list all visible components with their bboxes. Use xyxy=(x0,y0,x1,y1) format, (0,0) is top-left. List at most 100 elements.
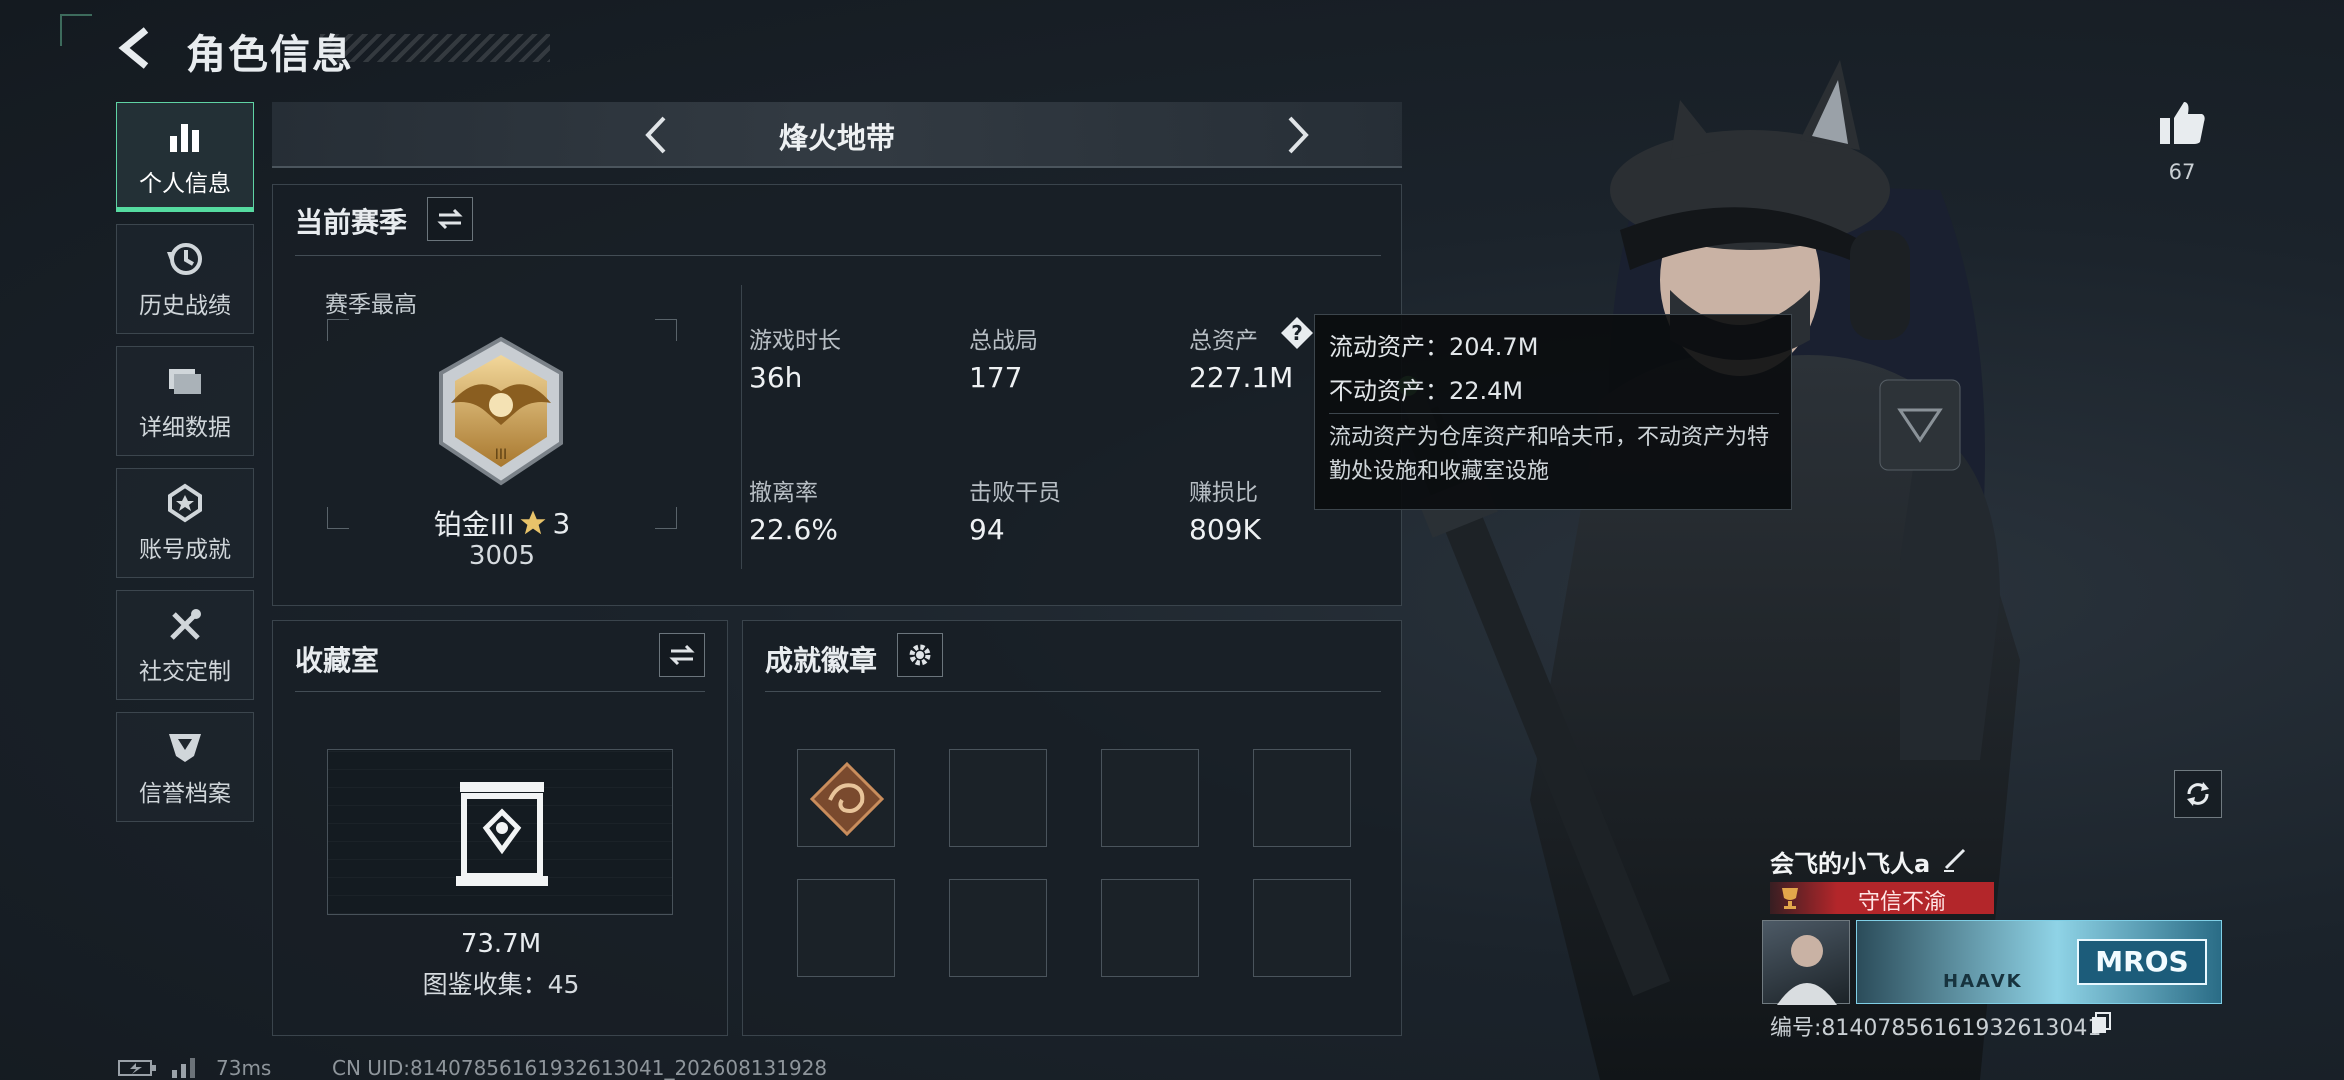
gear-icon xyxy=(909,644,931,666)
sidebar-item-credit-record[interactable]: 信誉档案 xyxy=(116,712,254,822)
stat-label: 总资产 xyxy=(1189,328,1258,354)
player-id: 编号:8140785616193261304​1 xyxy=(1770,1016,2102,1041)
rank-stars: 3 xyxy=(552,506,571,540)
sidebar-item-label: 信誉档案 xyxy=(139,781,231,807)
svg-text:?: ? xyxy=(1291,321,1303,345)
assets-tooltip: 流动资产：204.7M 不动资产：22.4M 流动资产为仓库资产和哈夫币，不动资… xyxy=(1314,314,1792,510)
stat-value: 809K xyxy=(1189,513,1261,546)
chevron-right-icon[interactable] xyxy=(1272,110,1322,160)
badge-slot[interactable] xyxy=(949,879,1047,977)
help-icon[interactable]: ? xyxy=(1279,315,1315,351)
title-decoration xyxy=(320,34,550,62)
divider xyxy=(765,691,1381,692)
banner-text: MROS xyxy=(2077,939,2207,985)
season-switch-button[interactable] xyxy=(427,197,473,241)
stat-label: 撤离率 xyxy=(749,480,818,506)
avatar-portrait xyxy=(1777,935,1837,1005)
badge-slot[interactable] xyxy=(1253,749,1351,847)
vault-icon xyxy=(456,782,548,886)
sidebar-item-social-custom[interactable]: 社交定制 xyxy=(116,590,254,700)
badge-slot[interactable] xyxy=(797,749,895,847)
stat-value: 227.1M xyxy=(1189,361,1294,394)
tooltip-description: 流动资产为仓库资产和哈夫币，不动资产为特勤处设施和收藏室设施 xyxy=(1329,425,1770,484)
clock-history-icon xyxy=(167,243,202,275)
player-nickname: 会飞的小飞人a xyxy=(1770,850,1931,878)
sidebar-item-detail-data[interactable]: 详细数据 xyxy=(116,346,254,456)
badge-slot[interactable] xyxy=(949,749,1047,847)
stat-value: 22.6% xyxy=(749,513,838,546)
rank-points: 3005 xyxy=(468,541,536,571)
mode-selector: 烽火地带 xyxy=(272,102,1402,168)
star-icon xyxy=(520,510,546,535)
title-tag: 守信不渝 xyxy=(1770,882,1994,915)
sidebar-item-label: 社交定制 xyxy=(139,659,231,685)
svg-text:III: III xyxy=(495,447,507,463)
ping-text: 73ms xyxy=(216,1056,272,1080)
season-best-label: 赛季最高 xyxy=(325,292,417,318)
badge-slot[interactable] xyxy=(1253,879,1351,977)
stat-value: 94 xyxy=(969,513,1005,546)
avatar[interactable] xyxy=(1762,920,1850,1005)
tooltip-fixed-assets: 不动资产：22.4M xyxy=(1329,377,1524,405)
season-title: 当前赛季 xyxy=(295,206,408,239)
like-count: 67 xyxy=(2168,160,2196,184)
sidebar-item-history[interactable]: 历史战绩 xyxy=(116,224,254,334)
banner-subtext: HAAVK xyxy=(1943,971,2023,992)
collection-preview[interactable] xyxy=(327,749,673,915)
stat-value: 36h xyxy=(749,361,803,394)
sidebar-item-label: 详细数据 xyxy=(139,415,231,441)
mode-title: 烽火地带 xyxy=(778,121,895,155)
rank-name: 铂金III xyxy=(433,508,515,541)
corner-bracket xyxy=(60,14,92,46)
collection-catalog: 图鉴收集：45 xyxy=(422,970,580,999)
badges-panel: 成就徽章 xyxy=(742,620,1402,1036)
dragon-badge-icon xyxy=(809,761,885,837)
sidebar-item-label: 历史战绩 xyxy=(139,293,231,319)
tools-icon xyxy=(170,609,201,640)
sidebar-item-label: 个人信息 xyxy=(139,171,231,197)
swap-arrows-icon xyxy=(437,208,463,230)
refresh-icon xyxy=(2187,782,2209,806)
profile-banner[interactable]: HAAVK MROS xyxy=(1856,920,2222,1004)
divider xyxy=(1329,413,1779,414)
divider xyxy=(295,255,1381,256)
sidebar-item-label: 账号成就 xyxy=(139,537,231,563)
divider xyxy=(295,691,705,692)
shield-badge-icon xyxy=(169,734,201,762)
edit-icon[interactable] xyxy=(1940,844,1970,874)
rank-emblem-icon: III xyxy=(439,336,563,486)
sidebar-item-personal-info[interactable]: 个人信息 xyxy=(116,102,254,212)
achievement-medal-icon xyxy=(168,483,202,523)
stat-label: 赚损比 xyxy=(1189,480,1258,506)
copy-icon[interactable] xyxy=(2088,1010,2114,1036)
thumbs-up-icon[interactable] xyxy=(2156,96,2208,148)
page-title: 角色信息 xyxy=(186,32,354,78)
signal-icon xyxy=(172,1058,195,1078)
collection-value: 73.7M xyxy=(460,929,542,959)
bar-chart-icon xyxy=(170,124,199,152)
back-arrow-icon[interactable] xyxy=(112,22,164,74)
badge-slot[interactable] xyxy=(1101,879,1199,977)
season-panel: 当前赛季 赛季最高 III 铂金III 3 3005 游戏时长 36h 总战局 … xyxy=(272,184,1402,606)
collection-title: 收藏室 xyxy=(295,644,380,677)
stats-divider xyxy=(741,285,742,569)
badge-slot[interactable] xyxy=(797,879,895,977)
rotate-button[interactable] xyxy=(2174,770,2222,818)
sidebar-item-achievements[interactable]: 账号成就 xyxy=(116,468,254,578)
collection-panel: 收藏室 73.7M 图鉴收集：45 xyxy=(272,620,728,1036)
trophy-icon xyxy=(1782,888,1798,909)
title-tag-text: 守信不渝 xyxy=(1857,890,1946,915)
badges-settings-button[interactable] xyxy=(897,633,943,677)
stat-value: 177 xyxy=(969,361,1023,394)
collection-switch-button[interactable] xyxy=(659,633,705,677)
folder-icon xyxy=(169,369,201,394)
rank-row: 铂金III 3 xyxy=(427,503,577,543)
tooltip-liquid-assets: 流动资产：204.7M xyxy=(1329,333,1539,361)
swap-arrows-icon xyxy=(669,644,695,666)
uid-text: CN UID:8140785616193261304​1_20260813192… xyxy=(332,1056,828,1080)
badge-slot[interactable] xyxy=(1101,749,1199,847)
battery-icon xyxy=(118,1060,156,1076)
badges-title: 成就徽章 xyxy=(765,644,878,677)
stat-label: 总战局 xyxy=(969,328,1038,354)
stat-label: 击败干员 xyxy=(969,480,1061,506)
